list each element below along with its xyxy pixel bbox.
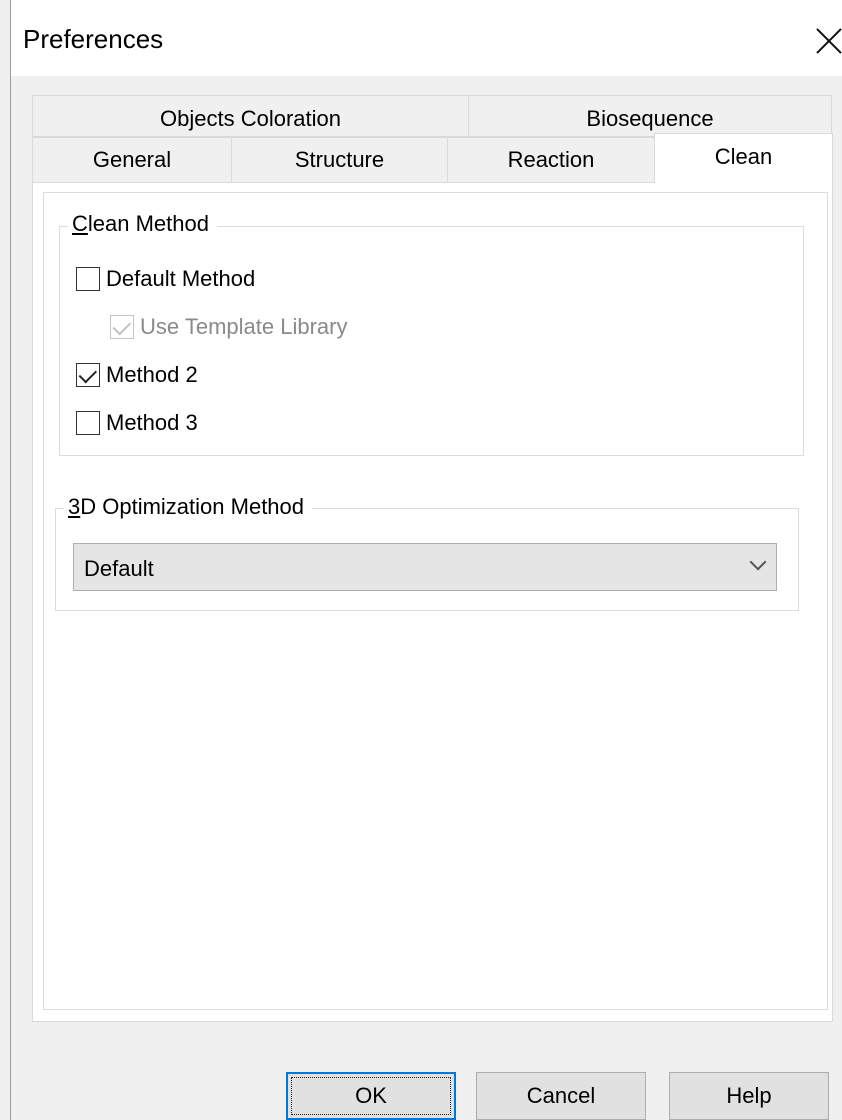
tab-label: General — [92, 147, 172, 172]
preferences-dialog: Preferences Objects Coloration Biosequen… — [0, 0, 842, 1120]
tab-structure[interactable]: Structure — [231, 137, 448, 183]
help-button[interactable]: Help — [669, 1072, 829, 1120]
clean-method-legend: Clean Method — [68, 211, 217, 237]
method-2-checkbox[interactable]: Method 2 — [76, 362, 198, 388]
title-bar: Preferences — [11, 0, 842, 76]
checkbox-label: Use Template Library — [140, 314, 348, 339]
legend-mnemonic: C — [72, 211, 88, 236]
tab-biosequence[interactable]: Biosequence — [468, 95, 832, 137]
close-icon[interactable] — [815, 27, 842, 55]
tab-label: Objects Coloration — [160, 106, 341, 131]
button-label: Cancel — [526, 1083, 596, 1108]
tab-objects-coloration[interactable]: Objects Coloration — [32, 95, 469, 137]
checkbox-box[interactable] — [110, 315, 134, 339]
default-method-checkbox[interactable]: Default Method — [76, 266, 255, 292]
ok-button[interactable]: OK — [286, 1072, 456, 1120]
chevron-down-icon — [749, 553, 767, 571]
optimization-method-dropdown[interactable]: Default — [73, 543, 777, 591]
window-border — [10, 0, 11, 1120]
checkbox-label: Method 2 — [106, 362, 198, 387]
button-label: OK — [355, 1083, 387, 1108]
checkmark-icon — [112, 316, 132, 336]
tab-clean[interactable]: Clean — [654, 133, 833, 183]
tab-label: Reaction — [507, 147, 595, 172]
legend-mnemonic: 3 — [68, 494, 81, 519]
tab-label: Clean — [714, 144, 773, 169]
cancel-button[interactable]: Cancel — [476, 1072, 646, 1120]
checkbox-label: Default Method — [106, 266, 256, 291]
checkbox-box[interactable] — [76, 267, 100, 291]
button-label: Help — [726, 1083, 772, 1108]
tab-general[interactable]: General — [32, 137, 232, 183]
method-3-checkbox[interactable]: Method 3 — [76, 410, 198, 436]
tab-reaction[interactable]: Reaction — [447, 137, 655, 183]
tab-label: Structure — [294, 147, 385, 172]
checkbox-box[interactable] — [76, 363, 100, 387]
dropdown-value: Default — [84, 556, 154, 581]
window-title: Preferences — [23, 24, 164, 54]
checkmark-icon — [78, 364, 98, 384]
legend-text: D Optimization Method — [80, 494, 305, 519]
legend-text: lean Method — [87, 211, 209, 236]
tab-label: Biosequence — [586, 106, 714, 131]
checkbox-label: Method 3 — [106, 410, 198, 435]
optimization-legend: 3D Optimization Method — [64, 494, 313, 520]
checkbox-box[interactable] — [76, 411, 100, 435]
use-template-library-checkbox[interactable]: Use Template Library — [110, 314, 347, 340]
